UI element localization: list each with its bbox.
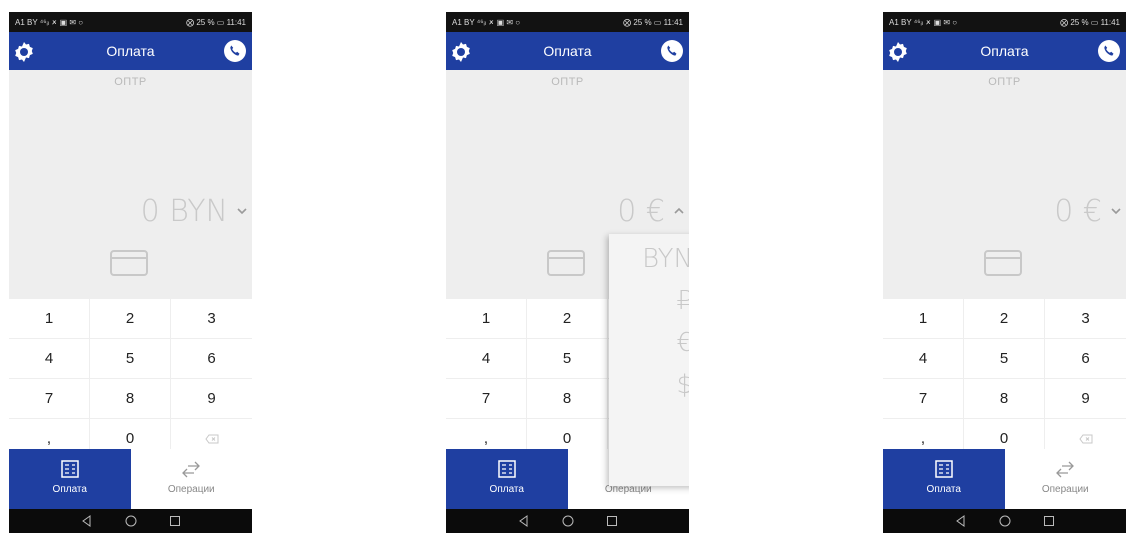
page-title: Оплата — [106, 43, 155, 59]
status-bar: A1 BY ⁴⁶ᵢₗ 🗶 ▣ ✉ ○ ⨂ 25 % ▭ 11:41 — [446, 12, 689, 32]
home-icon[interactable] — [998, 514, 1012, 528]
currency-option-byn[interactable]: BYN — [642, 244, 689, 274]
recents-icon[interactable] — [168, 514, 182, 528]
system-navigation-bar — [883, 509, 1126, 533]
key-1[interactable]: 1 — [446, 299, 527, 339]
currency-dropdown: BYN ₽ € $ — [609, 234, 689, 486]
receipt-icon — [498, 460, 516, 478]
back-icon[interactable] — [80, 514, 94, 528]
key-9[interactable]: 9 — [1045, 379, 1126, 419]
back-icon[interactable] — [954, 514, 968, 528]
card-icon[interactable] — [983, 248, 1023, 278]
status-bar-right: ⨂ 25 % ▭ 11:41 — [1060, 18, 1120, 27]
nav-pay-label: Оплата — [489, 484, 524, 495]
call-icon[interactable] — [224, 40, 246, 62]
nav-operations-label: Операции — [167, 484, 215, 495]
amount-value: 0 € — [617, 194, 665, 229]
key-4[interactable]: 4 — [883, 339, 964, 379]
key-8[interactable]: 8 — [527, 379, 608, 419]
key-2[interactable]: 2 — [964, 299, 1045, 339]
app-bar: Оплата — [9, 32, 252, 70]
nav-item-pay[interactable]: Оплата — [883, 449, 1005, 509]
swap-arrows-icon — [182, 461, 201, 478]
chevron-down-icon[interactable] — [235, 204, 249, 218]
key-7[interactable]: 7 — [9, 379, 90, 419]
nav-pay-label: Оплата — [926, 484, 961, 495]
backspace-icon — [1078, 434, 1092, 443]
recents-icon[interactable] — [605, 514, 619, 528]
key-2[interactable]: 2 — [527, 299, 608, 339]
numeric-keypad: 1 2 3 4 5 6 7 8 9 , 0 — [883, 299, 1126, 459]
currency-option-eur[interactable]: € — [676, 328, 689, 358]
key-5[interactable]: 5 — [964, 339, 1045, 379]
status-bar-right: ⨂ 25 % ▭ 11:41 — [186, 18, 246, 27]
key-7[interactable]: 7 — [446, 379, 527, 419]
key-5[interactable]: 5 — [90, 339, 171, 379]
nav-operations-label: Операции — [1041, 484, 1089, 495]
nav-pay-label: Оплата — [52, 484, 87, 495]
receipt-icon — [935, 460, 953, 478]
key-1[interactable]: 1 — [883, 299, 964, 339]
backspace-icon — [204, 434, 218, 443]
status-bar-left: A1 BY ⁴⁶ᵢₗ 🗶 ▣ ✉ ○ — [15, 18, 84, 27]
key-4[interactable]: 4 — [9, 339, 90, 379]
key-2[interactable]: 2 — [90, 299, 171, 339]
status-bar-right: ⨂ 25 % ▭ 11:41 — [623, 18, 683, 27]
call-icon[interactable] — [1098, 40, 1120, 62]
home-icon[interactable] — [561, 514, 575, 528]
status-bar: A1 BY ⁴⁶ᵢₗ 🗶 ▣ ✉ ○ ⨂ 25 % ▭ 11:41 — [9, 12, 252, 32]
key-8[interactable]: 8 — [90, 379, 171, 419]
page-title: Оплата — [980, 43, 1029, 59]
currency-option-rub[interactable]: ₽ — [676, 286, 689, 316]
page-title: Оплата — [543, 43, 592, 59]
terminal-label: ОПТР — [114, 76, 147, 88]
nav-item-operations[interactable]: Операции — [1004, 449, 1126, 509]
amount-display-area: ОПТР 0 € — [883, 70, 1126, 299]
swap-arrows-icon — [1056, 461, 1075, 478]
app-bar: Оплата — [446, 32, 689, 70]
back-icon[interactable] — [517, 514, 531, 528]
call-icon[interactable] — [661, 40, 683, 62]
amount-value: 0 € — [1054, 194, 1102, 229]
bottom-navigation: Оплата Операции — [9, 449, 252, 509]
nav-item-pay[interactable]: Оплата — [9, 449, 131, 509]
key-1[interactable]: 1 — [9, 299, 90, 339]
card-icon[interactable] — [109, 248, 149, 278]
receipt-icon — [61, 460, 79, 478]
key-3[interactable]: 3 — [171, 299, 252, 339]
app-bar: Оплата — [883, 32, 1126, 70]
chevron-up-icon[interactable] — [672, 204, 686, 218]
terminal-label: ОПТР — [551, 76, 584, 88]
amount-display-area: ОПТР 0 BYN — [9, 70, 252, 299]
key-9[interactable]: 9 — [171, 379, 252, 419]
recents-icon[interactable] — [1042, 514, 1056, 528]
status-bar-left: A1 BY ⁴⁶ᵢₗ 🗶 ▣ ✉ ○ — [889, 18, 958, 27]
currency-option-usd[interactable]: $ — [676, 370, 689, 400]
terminal-label: ОПТР — [988, 76, 1021, 88]
phone-screen-2: A1 BY ⁴⁶ᵢₗ 🗶 ▣ ✉ ○ ⨂ 25 % ▭ 11:41 Оплата… — [446, 12, 689, 533]
key-8[interactable]: 8 — [964, 379, 1045, 419]
bottom-navigation: Оплата Операции — [883, 449, 1126, 509]
key-6[interactable]: 6 — [1045, 339, 1126, 379]
key-3[interactable]: 3 — [1045, 299, 1126, 339]
nav-item-operations[interactable]: Операции — [130, 449, 252, 509]
amount-value: 0 BYN — [140, 194, 228, 229]
key-4[interactable]: 4 — [446, 339, 527, 379]
numeric-keypad: 1 2 3 4 5 6 7 8 9 , 0 — [9, 299, 252, 459]
card-icon[interactable] — [546, 248, 586, 278]
system-navigation-bar — [446, 509, 689, 533]
status-bar-left: A1 BY ⁴⁶ᵢₗ 🗶 ▣ ✉ ○ — [452, 18, 521, 27]
home-icon[interactable] — [124, 514, 138, 528]
key-5[interactable]: 5 — [527, 339, 608, 379]
chevron-down-icon[interactable] — [1109, 204, 1123, 218]
phone-screen-3: A1 BY ⁴⁶ᵢₗ 🗶 ▣ ✉ ○ ⨂ 25 % ▭ 11:41 Оплата… — [883, 12, 1126, 533]
nav-item-pay[interactable]: Оплата — [446, 449, 568, 509]
key-6[interactable]: 6 — [171, 339, 252, 379]
key-7[interactable]: 7 — [883, 379, 964, 419]
phone-screen-1: A1 BY ⁴⁶ᵢₗ 🗶 ▣ ✉ ○ ⨂ 25 % ▭ 11:41 Оплата… — [9, 12, 252, 533]
system-navigation-bar — [9, 509, 252, 533]
status-bar: A1 BY ⁴⁶ᵢₗ 🗶 ▣ ✉ ○ ⨂ 25 % ▭ 11:41 — [883, 12, 1126, 32]
